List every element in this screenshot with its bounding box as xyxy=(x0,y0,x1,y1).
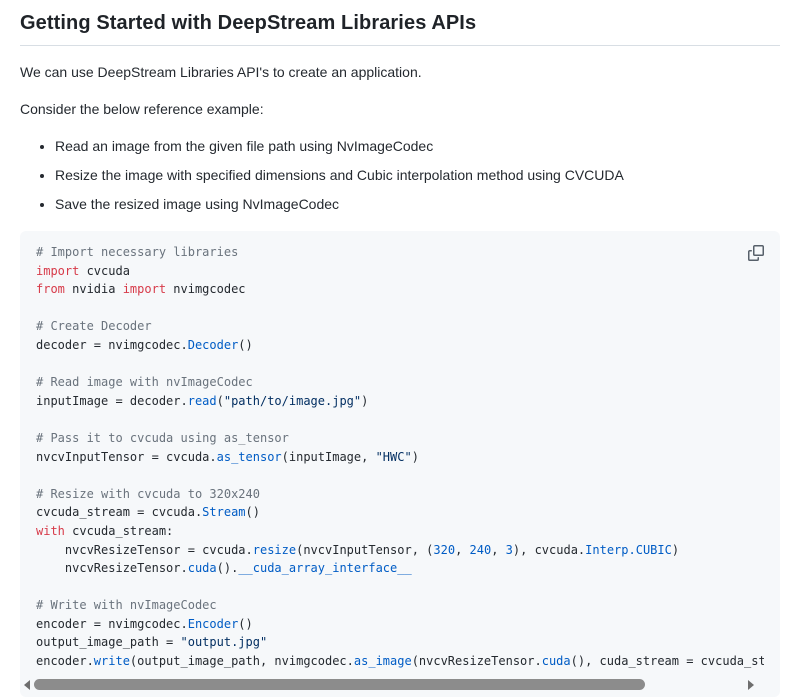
code-line: # Write with nvImageCodec xyxy=(36,596,764,615)
bullet-item: Resize the image with specified dimensio… xyxy=(55,165,780,186)
code-line: # Create Decoder xyxy=(36,317,764,336)
code-line: # Resize with cvcuda to 320x240 xyxy=(36,485,764,504)
code-line: cvcuda_stream = cvcuda.Stream() xyxy=(36,503,764,522)
h-scrollbar-thumb[interactable] xyxy=(34,679,645,690)
code-line: # Read image with nvImageCodec xyxy=(36,373,764,392)
scroll-right-arrow-icon[interactable] xyxy=(748,680,754,690)
code-line: decoder = nvimgcodec.Decoder() xyxy=(36,336,764,355)
code-line xyxy=(36,355,764,374)
code-line: # Import necessary libraries xyxy=(36,243,764,262)
code-line: nvcvInputTensor = cvcuda.as_tensor(input… xyxy=(36,448,764,467)
code-line: from nvidia import nvimgcodec xyxy=(36,280,764,299)
code-line: # Pass it to cvcuda using as_tensor xyxy=(36,429,764,448)
page-title: Getting Started with DeepStream Librarie… xyxy=(20,12,780,46)
copy-code-button[interactable] xyxy=(742,239,770,267)
code-line: with cvcuda_stream: xyxy=(36,522,764,541)
code-line xyxy=(36,466,764,485)
copy-icon xyxy=(748,245,764,261)
code-block: # Import necessary librariesimport cvcud… xyxy=(20,231,780,697)
intro-paragraph: We can use DeepStream Libraries API's to… xyxy=(20,62,780,83)
scroll-left-arrow-icon[interactable] xyxy=(24,680,30,690)
code-line: nvcvResizeTensor = cvcuda.resize(nvcvInp… xyxy=(36,541,764,560)
code-line xyxy=(36,578,764,597)
code-line: import cvcuda xyxy=(36,262,764,281)
code-line: encoder.write(output_image_path, nvimgco… xyxy=(36,652,764,671)
code-line: output_image_path = "output.jpg" xyxy=(36,633,764,652)
h-scrollbar-track[interactable] xyxy=(34,679,744,690)
doc-page: Getting Started with DeepStream Librarie… xyxy=(0,0,800,700)
code-line: inputImage = decoder.read("path/to/image… xyxy=(36,392,764,411)
bullet-list: Read an image from the given file path u… xyxy=(20,136,780,215)
bullet-item: Save the resized image using NvImageCode… xyxy=(55,194,780,215)
code-line xyxy=(36,410,764,429)
code-line: nvcvResizeTensor.cuda().__cuda_array_int… xyxy=(36,559,764,578)
lead-paragraph: Consider the below reference example: xyxy=(20,99,780,120)
horizontal-scrollbar xyxy=(24,678,754,691)
code-line xyxy=(36,299,764,318)
code-line: encoder = nvimgcodec.Encoder() xyxy=(36,615,764,634)
bullet-item: Read an image from the given file path u… xyxy=(55,136,780,157)
code-content: # Import necessary librariesimport cvcud… xyxy=(36,243,764,673)
